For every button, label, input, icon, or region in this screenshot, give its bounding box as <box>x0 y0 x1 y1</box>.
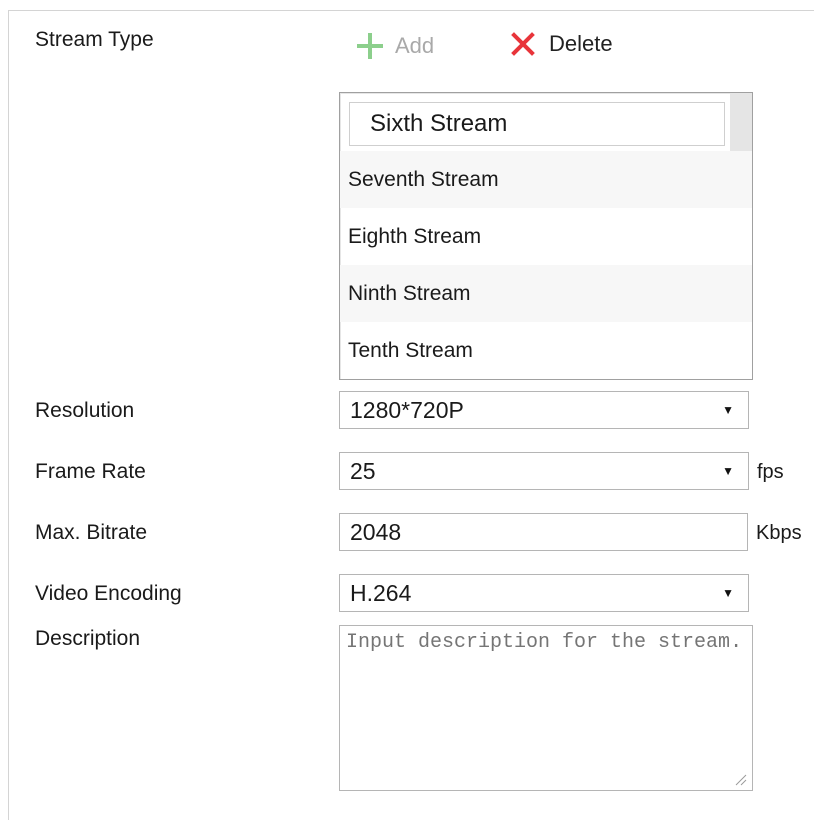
add-button-label: Add <box>395 33 435 58</box>
x-icon <box>511 32 535 56</box>
list-item-eighth-stream[interactable]: Eighth Stream <box>340 208 752 265</box>
list-scrollbar[interactable] <box>730 93 752 151</box>
triangle-down-icon: ▼ <box>722 586 734 600</box>
frame-rate-label: Frame Rate <box>35 460 146 483</box>
list-item-tenth-stream[interactable]: Tenth Stream <box>340 322 752 379</box>
stream-list[interactable]: Seventh Stream Eighth Stream Ninth Strea… <box>339 92 753 380</box>
plus-icon <box>357 33 383 59</box>
video-encoding-label: Video Encoding <box>35 582 182 605</box>
frame-rate-unit: fps <box>757 461 784 483</box>
list-item-seventh-stream[interactable]: Seventh Stream <box>340 151 752 208</box>
resize-grip-icon[interactable] <box>733 772 747 786</box>
resolution-select[interactable]: 1280*720P ▼ <box>339 391 749 429</box>
delete-button[interactable]: Delete <box>511 31 613 57</box>
description-textarea[interactable] <box>339 625 753 791</box>
description-label: Description <box>35 627 141 650</box>
max-bitrate-value: 2048 <box>350 519 402 545</box>
resolution-value: 1280*720P <box>350 397 464 423</box>
frame-rate-value: 25 <box>350 458 376 484</box>
max-bitrate-label: Max. Bitrate <box>35 521 148 544</box>
resolution-label: Resolution <box>35 399 135 422</box>
max-bitrate-input[interactable]: 2048 <box>339 513 748 551</box>
list-item-ninth-stream[interactable]: Ninth Stream <box>340 265 752 322</box>
add-button[interactable]: Add <box>355 31 434 61</box>
triangle-down-icon: ▼ <box>722 403 734 417</box>
stream-name-input[interactable] <box>349 102 725 146</box>
max-bitrate-unit: Kbps <box>756 522 802 544</box>
delete-button-label: Delete <box>549 31 613 56</box>
triangle-down-icon: ▼ <box>722 464 734 478</box>
frame-rate-select[interactable]: 25 ▼ <box>339 452 749 490</box>
video-encoding-select[interactable]: H.264 ▼ <box>339 574 749 612</box>
video-encoding-value: H.264 <box>350 580 412 606</box>
stream-type-label: Stream Type <box>35 28 154 51</box>
